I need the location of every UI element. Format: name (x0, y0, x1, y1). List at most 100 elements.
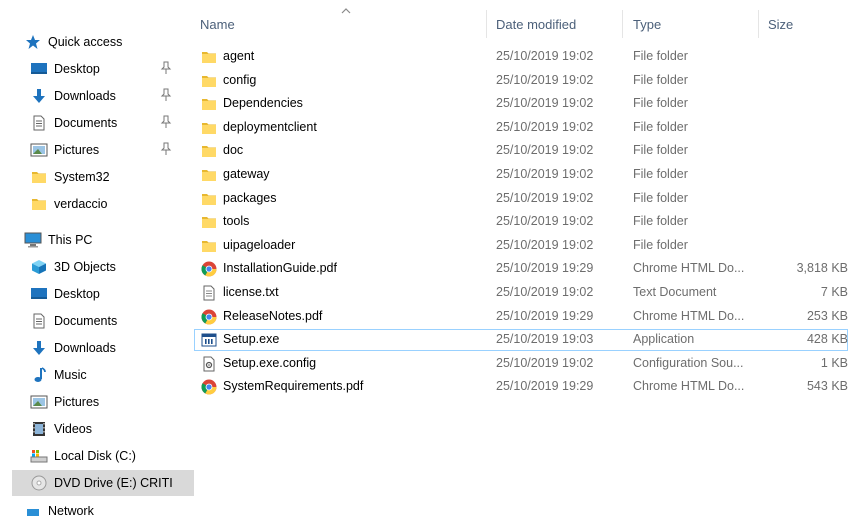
file-date-modified: 25/10/2019 19:29 (496, 261, 594, 276)
file-row[interactable]: SystemRequirements.pdf 25/10/2019 19:29 Ch… (194, 376, 848, 398)
file-type: File folder (633, 96, 688, 111)
file-name: Setup.exe.config (223, 355, 317, 370)
nav-quick-verdaccio[interactable]: verdaccio (30, 191, 176, 217)
file-row[interactable]: agent 25/10/2019 19:02 File folder (194, 46, 848, 68)
nav-pc-documents[interactable]: Documents (30, 308, 176, 334)
file-date-modified: 25/10/2019 19:02 (496, 190, 594, 205)
file-name: agent (223, 49, 255, 63)
file-type: File folder (633, 72, 688, 87)
nav-label: Downloads (54, 89, 116, 103)
file-date-modified: 25/10/2019 19:02 (496, 167, 594, 181)
file-row[interactable]: deploymentclient 25/10/2019 19:02 File fol… (194, 117, 848, 139)
nav-quick-pictures[interactable]: Pictures (30, 137, 176, 163)
folder-icon (201, 73, 217, 89)
nav-quick-desktop[interactable]: Desktop (30, 56, 176, 82)
column-date-modified[interactable]: Date modified (496, 17, 576, 32)
file-type: Configuration Sou... (633, 355, 744, 370)
nav-quick-documents[interactable]: Documents (30, 110, 176, 136)
column-divider[interactable] (758, 10, 759, 38)
file-row[interactable]: config 25/10/2019 19:02 File folder (194, 70, 848, 92)
file-name: Setup.exe (223, 332, 280, 347)
column-size[interactable]: Size (768, 17, 793, 32)
column-type[interactable]: Type (633, 17, 661, 32)
pin-icon[interactable] (160, 142, 172, 156)
file-date-modified: 25/10/2019 19:02 (496, 49, 594, 63)
folder-icon (201, 238, 217, 254)
column-divider[interactable] (622, 10, 623, 38)
file-row[interactable]: gateway 25/10/2019 19:02 File folder (194, 164, 848, 186)
folder-icon (201, 49, 217, 65)
navigation-pane: Quick access Desktop Downloads Documents Pi… (0, 0, 194, 516)
file-type: File folder (633, 190, 688, 205)
file-name: SystemRequirements.pdf (223, 379, 364, 394)
desktop-icon (30, 286, 48, 302)
file-row[interactable]: tools 25/10/2019 19:02 File folder (194, 211, 848, 233)
pin-icon[interactable] (160, 88, 172, 102)
nav-pc-dvd-drive-e-criti[interactable]: DVD Drive (E:) CRITI (12, 470, 194, 496)
local-disk-icon (30, 448, 48, 464)
downloads-icon (30, 88, 48, 104)
nav-label: Pictures (54, 143, 100, 157)
3d-objects-icon (30, 259, 48, 275)
file-name: ReleaseNotes.pdf (223, 308, 323, 323)
nav-label: Network (48, 506, 94, 516)
column-header-row: Name Date modified Type Size (190, 8, 849, 38)
nav-pc-music[interactable]: Music (30, 362, 176, 388)
file-row[interactable]: Setup.exe.config 25/10/2019 19:02 Configur… (194, 353, 848, 375)
file-type: File folder (633, 49, 688, 63)
file-row[interactable]: uipageloader 25/10/2019 19:02 File folder (194, 235, 848, 257)
nav-label: Documents (54, 314, 118, 328)
file-date-modified: 25/10/2019 19:02 (496, 96, 594, 111)
nav-quick-system32[interactable]: System32 (30, 164, 176, 190)
pin-icon[interactable] (160, 115, 172, 129)
desktop-icon (30, 61, 48, 77)
videos-icon (30, 421, 48, 437)
nav-network[interactable]: Network (24, 506, 176, 516)
nav-pc-desktop[interactable]: Desktop (30, 281, 176, 307)
pin-icon[interactable] (160, 61, 172, 75)
nav-label: verdaccio (54, 197, 108, 211)
file-row[interactable]: InstallationGuide.pdf 25/10/2019 19:29 Chr… (194, 258, 848, 280)
file-row[interactable]: Dependencies 25/10/2019 19:02 File folder (194, 93, 848, 115)
dvd-drive-icon (30, 475, 48, 491)
file-size: 1 KB (820, 355, 848, 370)
file-row[interactable]: ReleaseNotes.pdf 25/10/2019 19:29 Chrome H… (194, 306, 848, 328)
column-name[interactable]: Name (200, 17, 235, 32)
file-name: deploymentclient (223, 119, 317, 134)
file-row[interactable]: doc 25/10/2019 19:02 File folder (194, 140, 848, 162)
folder-icon (201, 120, 217, 136)
file-row[interactable]: license.txt 25/10/2019 19:02 Text Document… (194, 282, 848, 304)
file-name: tools (223, 214, 250, 229)
column-divider[interactable] (486, 10, 487, 38)
folder-icon (30, 169, 48, 185)
nav-pc-videos[interactable]: Videos (30, 416, 176, 442)
file-row[interactable]: packages 25/10/2019 19:02 File folder (194, 188, 848, 210)
nav-pc-downloads[interactable]: Downloads (30, 335, 176, 361)
nav-label: Documents (54, 116, 118, 130)
nav-label: System32 (54, 170, 110, 184)
downloads-icon (30, 340, 48, 356)
nav-quick-access[interactable]: Quick access (24, 29, 176, 55)
file-name: license.txt (223, 285, 279, 299)
nav-pc-pictures[interactable]: Pictures (30, 389, 176, 415)
file-row[interactable]: Setup.exe 25/10/2019 19:03 Application 428 … (194, 329, 848, 352)
computer-icon (24, 232, 42, 248)
nav-pc-3d-objects[interactable]: 3D Objects (30, 254, 176, 280)
music-icon (30, 367, 48, 383)
nav-label: Videos (54, 422, 92, 436)
nav-label: Desktop (54, 62, 100, 76)
file-name: Dependencies (223, 96, 303, 111)
pictures-icon (30, 394, 48, 410)
nav-pc-local-disk-c[interactable]: Local Disk (C:) (30, 443, 176, 469)
sort-ascending-icon (341, 8, 351, 14)
folder-icon (201, 143, 217, 159)
file-list: Name Date modified Type Size agent 25/10/… (190, 0, 849, 516)
text-file-icon (201, 285, 217, 301)
nav-label: Desktop (54, 287, 100, 301)
folder-icon (201, 191, 217, 207)
file-date-modified: 25/10/2019 19:02 (496, 355, 594, 370)
nav-this-pc[interactable]: This PC (24, 227, 176, 253)
nav-label: Downloads (54, 341, 116, 355)
file-date-modified: 25/10/2019 19:02 (496, 72, 594, 87)
nav-quick-downloads[interactable]: Downloads (30, 83, 176, 109)
